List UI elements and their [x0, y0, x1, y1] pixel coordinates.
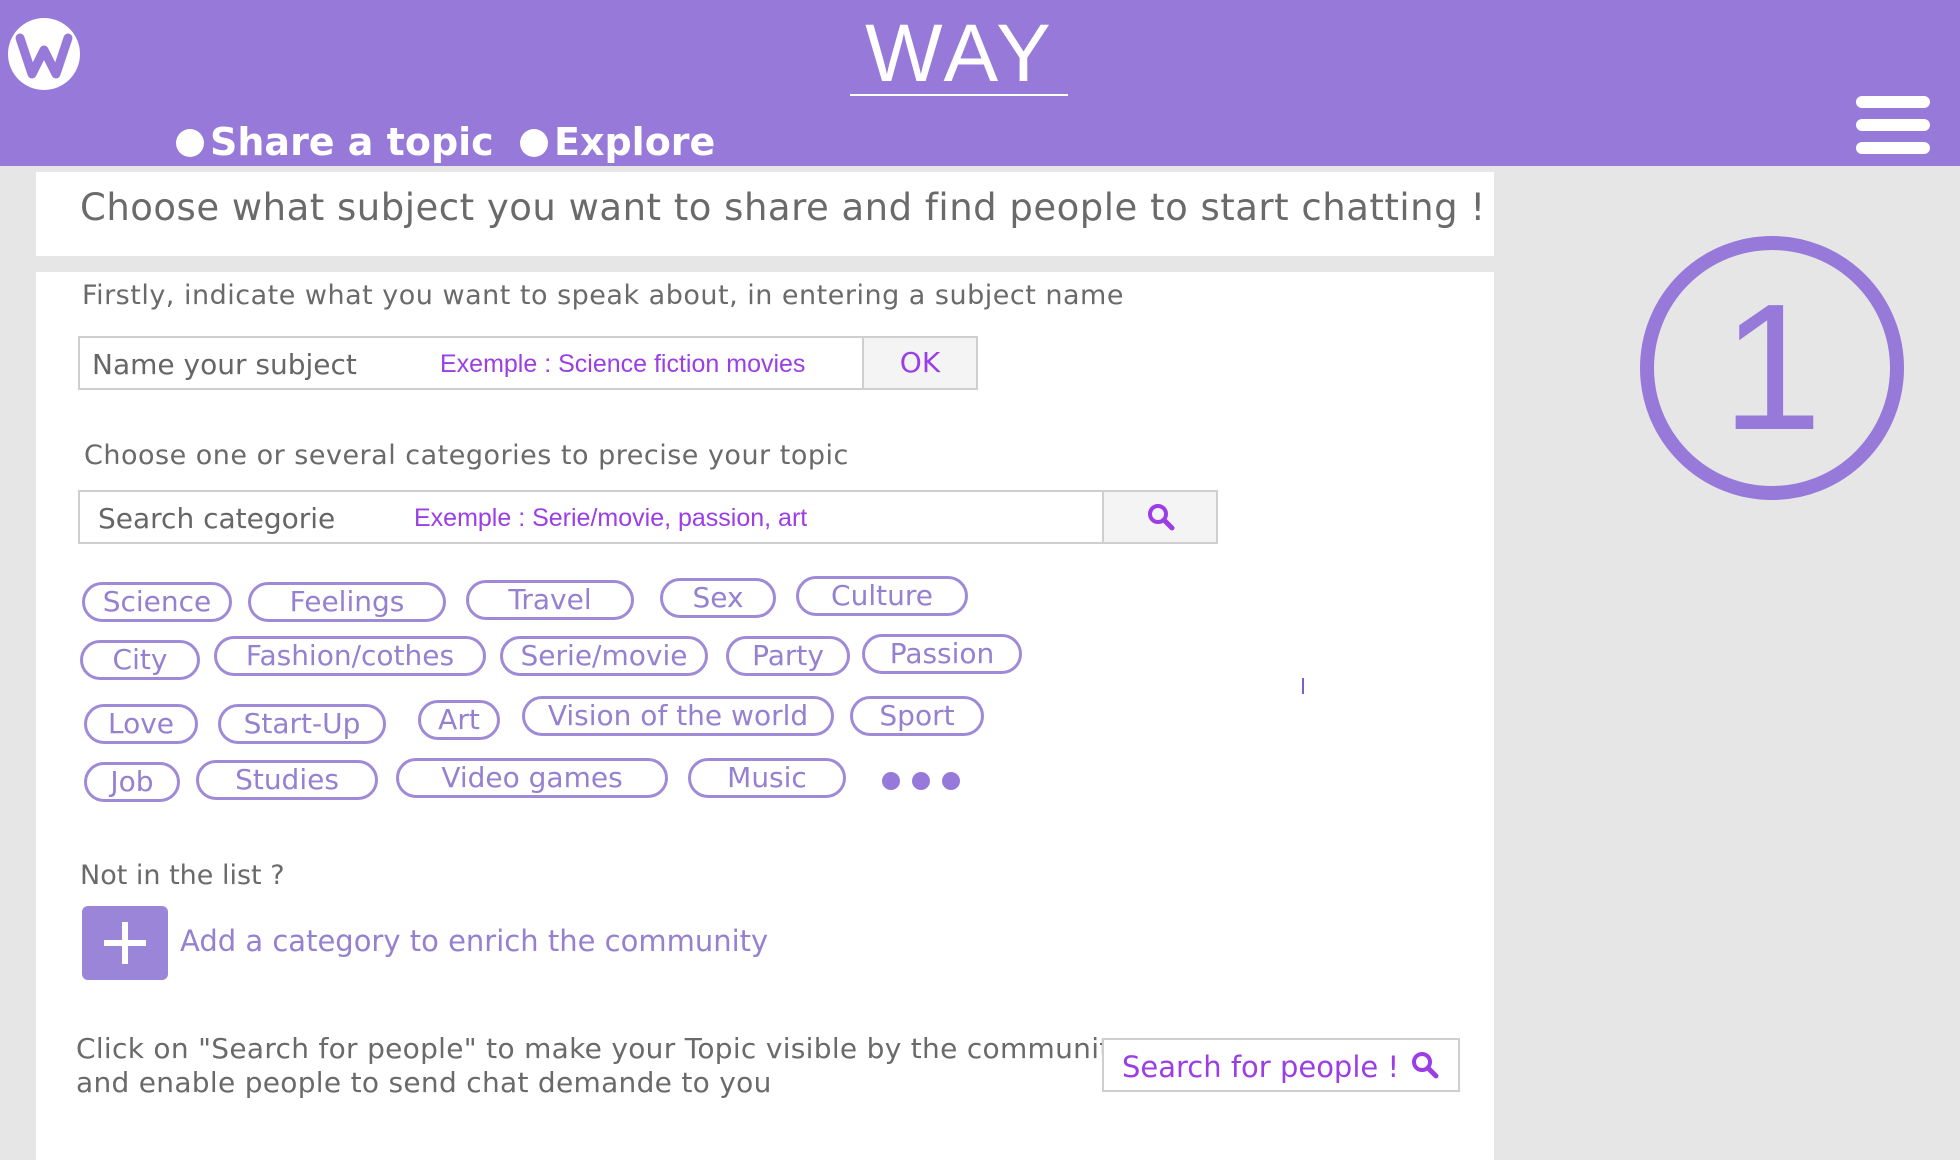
- chip-travel[interactable]: Travel: [466, 580, 634, 620]
- chip-party[interactable]: Party: [726, 636, 850, 676]
- not-in-list-label: Not in the list ?: [80, 860, 285, 891]
- chip-sex[interactable]: Sex: [660, 578, 776, 618]
- menu-bar: [1856, 96, 1930, 108]
- chip-science[interactable]: Science: [82, 582, 232, 622]
- nav-share-topic-label: Share a topic: [210, 120, 494, 164]
- dot: [882, 772, 900, 790]
- add-category-link[interactable]: Add a category to enrich the community: [180, 924, 768, 958]
- brand-underline: [850, 94, 1068, 96]
- menu-bar: [1856, 119, 1930, 131]
- chip-music[interactable]: Music: [688, 758, 846, 798]
- text-cursor: [1302, 678, 1304, 694]
- subject-instruction: Firstly, indicate what you want to speak…: [82, 280, 1124, 311]
- subject-example: Exemple : Science fiction movies: [440, 350, 806, 378]
- dot: [912, 772, 930, 790]
- chip-video-games[interactable]: Video games: [396, 758, 668, 798]
- add-category-button[interactable]: [82, 906, 168, 980]
- chip-fashion-clothes[interactable]: Fashion/cothes: [214, 636, 486, 676]
- category-search-example: Exemple : Serie/movie, passion, art: [414, 504, 808, 532]
- menu-bar: [1856, 142, 1930, 154]
- search-icon: [1148, 504, 1175, 531]
- search-for-people-button[interactable]: Search for people !: [1102, 1038, 1460, 1092]
- nav-share-topic[interactable]: Share a topic: [176, 118, 494, 166]
- chip-serie-movie[interactable]: Serie/movie: [500, 636, 708, 676]
- chip-job[interactable]: Job: [84, 762, 180, 802]
- chip-studies[interactable]: Studies: [196, 760, 378, 800]
- plus-icon: [122, 922, 128, 964]
- category-search-button[interactable]: [1102, 490, 1218, 544]
- chip-sport[interactable]: Sport: [850, 696, 984, 736]
- nav-explore-label: Explore: [554, 120, 716, 164]
- header-bar: WAY Share a topic Explore: [0, 0, 1960, 166]
- way-logo-icon[interactable]: [6, 16, 82, 92]
- ok-button[interactable]: OK: [862, 336, 978, 390]
- chip-love[interactable]: Love: [84, 704, 198, 744]
- add-category-link-label: Add a category: [180, 924, 401, 958]
- category-search-placeholder: Search categorie: [98, 502, 336, 535]
- categories-instruction: Choose one or several categories to prec…: [84, 440, 849, 471]
- subject-placeholder: Name your subject: [92, 348, 357, 381]
- chip-passion[interactable]: Passion: [862, 634, 1022, 674]
- chip-feelings[interactable]: Feelings: [248, 582, 446, 622]
- page-title: Choose what subject you want to share an…: [80, 186, 1486, 229]
- bullet-icon: [176, 129, 204, 157]
- step-number: 1: [1721, 267, 1823, 468]
- dot: [942, 772, 960, 790]
- chip-culture[interactable]: Culture: [796, 576, 968, 616]
- chip-vision-of-the-world[interactable]: Vision of the world: [522, 696, 834, 736]
- search-people-instruction-1: Click on "Search for people" to make you…: [76, 1032, 1128, 1065]
- chip-city[interactable]: City: [80, 640, 200, 680]
- more-dots-icon[interactable]: [882, 772, 962, 792]
- brand-title: WAY: [865, 8, 1055, 99]
- step-indicator: 1: [1640, 236, 1904, 500]
- nav-explore[interactable]: Explore: [520, 118, 715, 166]
- subject-input[interactable]: Name your subject Exemple : Science fict…: [78, 336, 864, 390]
- chip-start-up[interactable]: Start-Up: [218, 704, 386, 744]
- bullet-icon: [520, 129, 548, 157]
- add-category-link-suffix: to enrich the community: [409, 924, 769, 958]
- category-search-input[interactable]: Search categorie Exemple : Serie/movie, …: [78, 490, 1104, 544]
- intro-panel: Choose what subject you want to share an…: [36, 172, 1494, 256]
- search-icon: [1412, 1052, 1439, 1079]
- search-people-instruction-2: and enable people to send chat demande t…: [76, 1066, 772, 1099]
- hamburger-menu-icon[interactable]: [1856, 96, 1930, 154]
- chip-art[interactable]: Art: [418, 700, 500, 740]
- search-for-people-label: Search for people !: [1122, 1050, 1400, 1084]
